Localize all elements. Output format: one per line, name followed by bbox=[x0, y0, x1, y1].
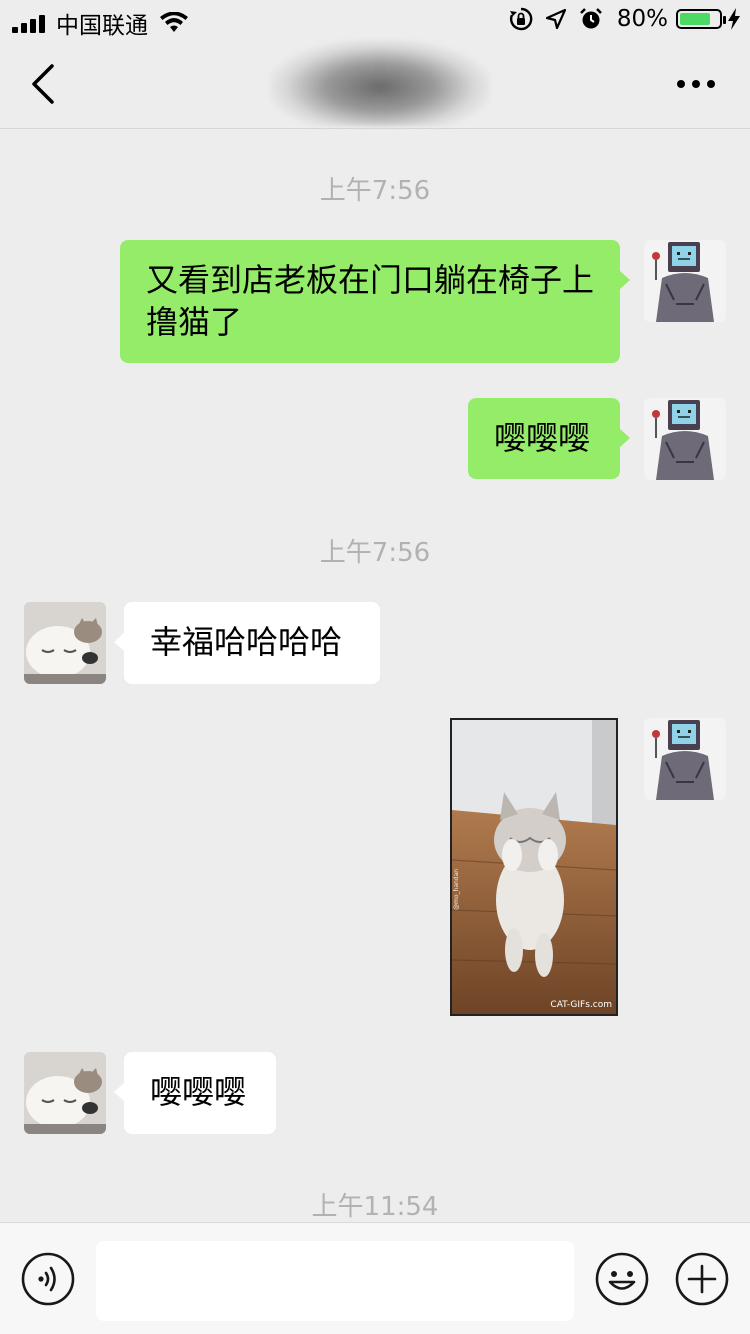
message-bubble-received[interactable]: 幸福哈哈哈哈 bbox=[114, 602, 380, 684]
message-input[interactable] bbox=[96, 1241, 574, 1321]
my-avatar[interactable] bbox=[644, 398, 726, 480]
image-message[interactable]: @mo_handan CAT-GIFs.com bbox=[450, 718, 618, 1016]
robot-avatar-icon bbox=[644, 398, 726, 480]
dog-cat-avatar-icon bbox=[24, 602, 106, 684]
kitten-photo: @mo_handan bbox=[452, 720, 616, 1014]
chat-screen: 中国联通 80% 上午7:56 又看到店老板在门口躺在椅子上撸猫了 嘤嘤嘤 上午… bbox=[0, 0, 750, 1334]
battery-icon bbox=[676, 9, 726, 29]
timestamp: 上午7:56 bbox=[319, 538, 431, 568]
robot-avatar-icon bbox=[644, 718, 726, 800]
my-avatar[interactable] bbox=[644, 718, 726, 800]
voice-icon[interactable] bbox=[20, 1251, 76, 1307]
my-avatar[interactable] bbox=[644, 240, 726, 322]
charging-icon bbox=[728, 8, 740, 30]
timestamp: 上午7:56 bbox=[319, 176, 431, 206]
message-bubble-received[interactable]: 嘤嘤嘤 bbox=[114, 1052, 276, 1134]
lock-rotation-icon bbox=[509, 7, 533, 31]
signal-icon bbox=[12, 13, 48, 33]
battery-percent: 80% bbox=[616, 6, 668, 32]
timestamp: 上午11:54 bbox=[311, 1192, 439, 1222]
message-bubble-sent[interactable]: 又看到店老板在门口躺在椅子上撸猫了 bbox=[120, 240, 630, 363]
emoji-icon[interactable] bbox=[594, 1251, 650, 1307]
alarm-icon bbox=[579, 8, 602, 29]
more-icon[interactable] bbox=[676, 78, 716, 90]
chevron-left-icon[interactable] bbox=[26, 62, 62, 106]
robot-avatar-icon bbox=[644, 240, 726, 322]
status-bar: 中国联通 80% bbox=[0, 0, 750, 40]
input-bar bbox=[0, 1222, 750, 1334]
message-bubble-sent[interactable]: 嘤嘤嘤 bbox=[468, 398, 630, 479]
carrier-label: 中国联通 bbox=[56, 13, 148, 39]
contact-avatar[interactable] bbox=[24, 1052, 106, 1134]
wifi-icon bbox=[160, 12, 188, 32]
contact-avatar[interactable] bbox=[24, 602, 106, 684]
photo-watermark: @mo_handan bbox=[453, 869, 460, 910]
battery-level-fill bbox=[680, 13, 710, 25]
nav-bar bbox=[0, 40, 750, 129]
photo-caption: CAT-GIFs.com bbox=[550, 1000, 612, 1010]
plus-icon[interactable] bbox=[674, 1251, 730, 1307]
location-icon bbox=[545, 8, 566, 30]
dog-cat-avatar-icon bbox=[24, 1052, 106, 1134]
contact-name-redacted bbox=[270, 40, 490, 126]
